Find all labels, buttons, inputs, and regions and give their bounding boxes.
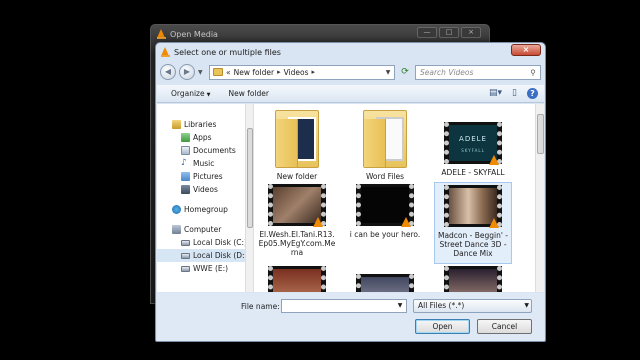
vlc-cone-icon <box>489 218 499 228</box>
recent-locations-dropdown[interactable]: ▼ <box>198 69 206 76</box>
nav-item-apps[interactable]: Apps <box>157 131 253 144</box>
music-icon: ♪ <box>181 158 187 168</box>
vlc-cone-icon <box>157 29 166 39</box>
nav-item-libraries[interactable]: Libraries <box>157 118 253 131</box>
new-folder-button[interactable]: New folder <box>228 89 269 98</box>
video-thumbnail <box>356 274 414 292</box>
chevron-right-icon[interactable]: ▸ <box>277 68 281 76</box>
nav-item-local-disk-d[interactable]: Local Disk (D:) <box>157 249 253 262</box>
breadcrumb-videos[interactable]: Videos <box>284 68 309 77</box>
navigation-pane: Libraries Apps Documents ♪ Music Picture… <box>157 104 254 292</box>
file-item[interactable]: Word Files <box>346 110 424 181</box>
disk-icon <box>181 265 190 272</box>
cancel-button[interactable]: Cancel <box>477 319 532 334</box>
dialog-close-button[interactable]: × <box>511 44 541 56</box>
video-thumbnail <box>444 185 502 228</box>
video-thumbnail <box>444 266 502 292</box>
nav-item-homegroup[interactable]: Homegroup <box>157 203 253 216</box>
nav-item-local-disk-c[interactable]: Local Disk (C:) <box>157 236 253 249</box>
forward-button[interactable]: ▶ <box>179 64 195 80</box>
disk-icon <box>181 239 190 246</box>
file-list-scrollbar[interactable] <box>535 104 544 292</box>
videos-icon <box>181 185 190 194</box>
folder-icon <box>363 110 407 168</box>
video-thumbnail: ADELE SKYFALL <box>444 122 502 165</box>
address-dropdown-icon[interactable]: ▼ <box>382 69 394 76</box>
file-name-input[interactable]: ▼ <box>281 299 407 313</box>
search-icon[interactable]: ⚲ <box>526 68 540 77</box>
file-item[interactable]: i can be your hero. <box>346 184 424 239</box>
file-item[interactable] <box>258 266 336 292</box>
minimize-button[interactable]: — <box>417 27 437 38</box>
file-item[interactable] <box>346 274 424 292</box>
refresh-icon[interactable]: ⟳ <box>398 65 412 80</box>
chevron-right-icon[interactable]: ▸ <box>312 68 316 76</box>
chevron-down-icon[interactable]: ▼ <box>524 300 529 312</box>
back-button[interactable]: ◀ <box>160 64 176 80</box>
file-type-filter[interactable]: All Files (*.*) ▼ <box>413 299 532 313</box>
homegroup-icon <box>172 205 181 214</box>
video-thumbnail <box>268 266 326 292</box>
chevron-down-icon[interactable]: ▼ <box>394 300 406 312</box>
file-name-label: File name: <box>241 302 280 311</box>
navigation-scrollbar[interactable] <box>245 104 253 292</box>
preview-pane-icon[interactable]: ▯ <box>512 88 517 99</box>
computer-icon <box>172 225 181 234</box>
file-item[interactable]: New folder <box>258 110 336 181</box>
help-icon[interactable]: ? <box>527 88 538 99</box>
folder-icon <box>213 68 223 76</box>
nav-item-music[interactable]: ♪ Music <box>157 157 253 170</box>
file-item[interactable] <box>434 266 512 292</box>
vlc-cone-icon <box>489 155 499 165</box>
address-bar[interactable]: « New folder ▸ Videos ▸ ▼ <box>209 64 395 80</box>
video-thumbnail <box>356 184 414 227</box>
maximize-button[interactable]: □ <box>439 27 459 38</box>
vlc-cone-icon <box>161 47 170 57</box>
nav-item-documents[interactable]: Documents <box>157 144 253 157</box>
video-thumbnail <box>268 184 326 227</box>
nav-item-wwe-e[interactable]: WWE (E:) <box>157 262 253 275</box>
open-file-dialog: Select one or multiple files × ◀ ▶ ▼ « N… <box>155 42 546 342</box>
toolbar: Organize ▼ New folder ▤▾ ▯ ? <box>157 85 544 103</box>
documents-icon <box>181 146 190 155</box>
dialog-footer: File name: ▼ All Files (*.*) ▼ Open Canc… <box>157 293 544 341</box>
pictures-icon <box>181 172 190 181</box>
dialog-title: Select one or multiple files <box>174 47 281 57</box>
file-item-selected[interactable]: Madcon - Beggin' - Street Dance 3D - Dan… <box>434 182 512 264</box>
breadcrumb-overflow[interactable]: « <box>226 68 231 77</box>
folder-icon <box>275 110 319 168</box>
open-button[interactable]: Open <box>415 319 470 334</box>
nav-item-computer[interactable]: Computer <box>157 223 253 236</box>
nav-item-videos[interactable]: Videos <box>157 183 253 196</box>
file-item[interactable]: El.Wesh.El.Tani.R13.Ep05.MyEgY.com.Merna <box>258 184 336 257</box>
organize-button[interactable]: Organize ▼ <box>171 89 210 98</box>
apps-icon <box>181 133 190 142</box>
background-window-title: Open Media <box>170 29 218 39</box>
nav-item-pictures[interactable]: Pictures <box>157 170 253 183</box>
file-list: New folder Word Files ADELE SKYFALL ADEL… <box>254 104 544 292</box>
vlc-cone-icon <box>313 217 323 227</box>
disk-icon <box>181 252 190 259</box>
search-placeholder: Search Videos <box>420 67 474 77</box>
file-item[interactable]: ADELE SKYFALL ADELE - SKYFALL <box>434 122 512 177</box>
close-button[interactable]: × <box>461 27 481 38</box>
search-input[interactable]: Search Videos ⚲ <box>415 64 541 80</box>
vlc-cone-icon <box>401 217 411 227</box>
breadcrumb-new-folder[interactable]: New folder <box>234 68 275 77</box>
libraries-icon <box>172 120 181 129</box>
change-view-icon[interactable]: ▤▾ <box>489 88 502 99</box>
